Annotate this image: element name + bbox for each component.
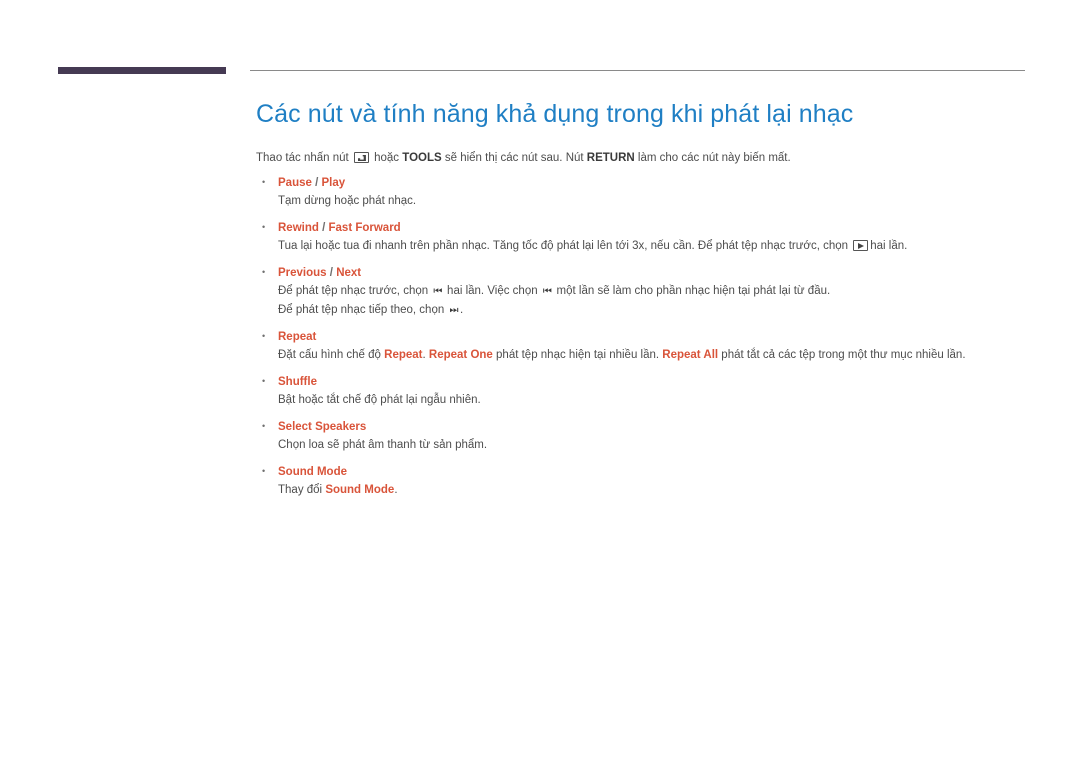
feature-title: Previous / Next xyxy=(278,265,1046,281)
enter-key-icon xyxy=(353,152,369,163)
feature-title-term: Shuffle xyxy=(278,376,317,388)
inline-menu-term: Sound Mode xyxy=(325,484,395,496)
description-text: một lần sẽ làm cho phần nhạc hiện tại ph… xyxy=(556,285,831,297)
feature-title: Sound Mode xyxy=(278,464,1046,480)
feature-description: Bật hoặc tắt chế độ phát lại ngẫu nhiên. xyxy=(278,392,1046,409)
intro-paragraph: Thao tác nhấn nút hoặc TOOLS sẽ hiển thị… xyxy=(256,150,1046,167)
feature-title-term: Pause xyxy=(278,177,312,189)
feature-title-term: Next xyxy=(336,267,362,279)
inline-menu-term: Repeat One xyxy=(428,349,493,361)
description-text: . xyxy=(459,304,464,316)
feature-description: Để phát tệp nhạc trước, chọn ⏮ hai lần. … xyxy=(278,283,1046,300)
feature-title: Pause / Play xyxy=(278,175,1046,191)
page-title: Các nút và tính năng khả dụng trong khi … xyxy=(256,100,854,128)
tools-button-label: TOOLS xyxy=(402,152,442,164)
feature-item: Previous / Next Để phát tệp nhạc trước, c… xyxy=(256,264,1046,319)
feature-title: Rewind / Fast Forward xyxy=(278,220,1046,236)
skip-next-icon: ⏭ xyxy=(449,305,458,316)
description-text: hai lần. Việc chọn xyxy=(447,285,538,297)
inline-menu-term: Repeat All xyxy=(662,349,719,361)
feature-title-term: Rewind xyxy=(278,222,319,234)
intro-text-part4: làm cho các nút này biến mất. xyxy=(637,152,791,164)
description-text: . xyxy=(394,484,398,496)
feature-item: Pause / Play Tạm dừng hoặc phát nhạc. xyxy=(256,174,1046,210)
feature-title-separator: / xyxy=(322,222,326,234)
description-text: . xyxy=(422,349,426,361)
feature-description: Để phát tệp nhạc tiếp theo, chọn ⏭. xyxy=(278,302,1046,319)
feature-description: Tua lại hoặc tua đi nhanh trên phần nhạc… xyxy=(278,238,1046,255)
feature-title-term: Sound Mode xyxy=(278,466,347,478)
feature-title: Repeat xyxy=(278,329,1046,345)
description-text: Thay đổi xyxy=(278,484,323,496)
feature-title: Shuffle xyxy=(278,374,1046,390)
description-text: Bật hoặc tắt chế độ phát lại ngẫu nhiên. xyxy=(278,394,481,406)
content-area: Thao tác nhấn nút hoặc TOOLS sẽ hiển thị… xyxy=(256,150,1046,509)
intro-text-part2: hoặc xyxy=(374,152,400,164)
description-text: Để phát tệp nhạc trước, chọn xyxy=(278,285,429,297)
description-text: Đặt cấu hình chế độ xyxy=(278,349,381,361)
feature-title-separator: / xyxy=(329,267,333,279)
play-key-icon xyxy=(853,240,869,251)
intro-text-part1: Thao tác nhấn nút xyxy=(256,152,349,164)
description-text: hai lần. xyxy=(870,240,908,252)
feature-description: Đặt cấu hình chế độ Repeat. Repeat One p… xyxy=(278,347,1046,364)
description-text: phát tệp nhạc hiện tại nhiều lần. xyxy=(496,349,660,361)
skip-previous-icon: ⏮ xyxy=(542,286,552,297)
skip-previous-icon: ⏮ xyxy=(433,286,442,297)
header-divider-rule xyxy=(250,70,1025,71)
feature-item: Shuffle Bật hoặc tắt chế độ phát lại ngẫu… xyxy=(256,373,1046,409)
feature-item: Select Speakers Chọn loa sẽ phát âm thanh… xyxy=(256,418,1046,454)
feature-description: Chọn loa sẽ phát âm thanh từ sản phẩm. xyxy=(278,437,1046,454)
feature-item: Rewind / Fast Forward Tua lại hoặc tua đi… xyxy=(256,219,1046,255)
return-button-label: RETURN xyxy=(586,152,635,164)
feature-title-term: Fast Forward xyxy=(328,222,401,234)
feature-title-separator: / xyxy=(315,177,319,189)
intro-text-part3: sẽ hiển thị các nút sau. Nút xyxy=(444,152,584,164)
feature-item: Sound ModeThay đổi Sound Mode. xyxy=(256,463,1046,499)
feature-description: Thay đổi Sound Mode. xyxy=(278,482,1046,499)
description-text: Tạm dừng hoặc phát nhạc. xyxy=(278,195,417,207)
description-text: phát tắt cả các tệp trong một thư mục nh… xyxy=(721,349,966,361)
description-text: Tua lại hoặc tua đi nhanh trên phần nhạc… xyxy=(278,240,849,252)
feature-description: Tạm dừng hoặc phát nhạc. xyxy=(278,193,1046,210)
header-tab-bar xyxy=(58,67,226,74)
feature-title-term: Previous xyxy=(278,267,327,279)
feature-title-term: Select Speakers xyxy=(278,421,367,433)
feature-item: RepeatĐặt cấu hình chế độ Repeat. Repeat… xyxy=(256,328,1046,364)
feature-title-term: Repeat xyxy=(278,331,317,343)
feature-title: Select Speakers xyxy=(278,419,1046,435)
description-text: Để phát tệp nhạc tiếp theo, chọn xyxy=(278,304,445,316)
feature-title-term: Play xyxy=(321,177,346,189)
inline-menu-term: Repeat xyxy=(384,349,423,361)
description-text: Chọn loa sẽ phát âm thanh từ sản phẩm. xyxy=(278,439,488,451)
feature-list: Pause / Play Tạm dừng hoặc phát nhạc. Rewi… xyxy=(256,174,1046,499)
